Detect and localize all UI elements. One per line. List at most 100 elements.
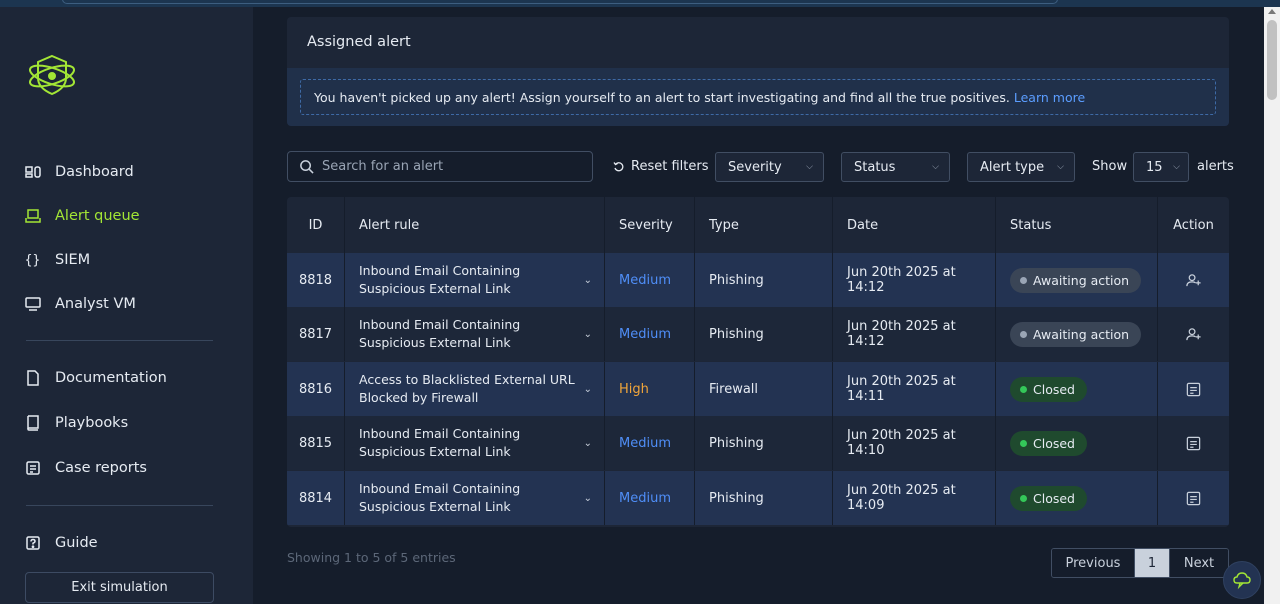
alert-type: Phishing	[695, 471, 833, 525]
sidebar-item-playbooks[interactable]: Playbooks	[24, 412, 128, 434]
status-badge: Awaiting action	[1010, 267, 1142, 293]
address-bar[interactable]	[62, 0, 1058, 4]
chevron-down-icon[interactable]: ⌄	[584, 384, 592, 395]
chevron-down-icon[interactable]: ⌄	[584, 493, 592, 504]
chat-assistant-button[interactable]	[1223, 561, 1261, 599]
previous-page-button[interactable]: Previous	[1052, 549, 1135, 577]
table-row[interactable]: 8814 Inbound Email Containing Suspicious…	[287, 471, 1229, 525]
table-header: ID Alert rule Severity Type Date Status …	[287, 197, 1229, 253]
show-label: Show	[1092, 159, 1128, 174]
severity-select[interactable]: Severity ⌵	[715, 152, 824, 182]
sidebar-item-documentation[interactable]: Documentation	[24, 367, 167, 389]
sidebar-item-label: Analyst VM	[55, 296, 136, 312]
alert-id: 8817	[287, 307, 345, 361]
assign-user-icon[interactable]	[1158, 307, 1229, 361]
sidebar-item-label: Dashboard	[55, 164, 134, 180]
page-number-button[interactable]: 1	[1135, 549, 1170, 577]
column-header-alert-rule: Alert rule	[345, 197, 605, 253]
scroll-up-arrow-icon[interactable]	[1268, 9, 1276, 14]
report-icon[interactable]	[1158, 362, 1229, 416]
alert-rule: Inbound Email Containing Suspicious Exte…	[359, 263, 521, 296]
alert-severity: Medium	[605, 471, 695, 525]
sidebar-item-analyst-vm[interactable]: Analyst VM	[24, 293, 136, 315]
report-icon[interactable]	[1158, 416, 1229, 470]
alert-severity: High	[605, 362, 695, 416]
sidebar-item-alert-queue[interactable]: Alert queue	[24, 205, 140, 227]
search-icon	[299, 159, 314, 174]
search-box[interactable]	[287, 151, 593, 182]
dashboard-icon	[24, 164, 41, 181]
alert-rule-cell[interactable]: Inbound Email Containing Suspicious Exte…	[345, 471, 605, 525]
alert-date: Jun 20th 2025 at 14:12	[833, 253, 996, 307]
alert-status-cell: Closed	[996, 471, 1158, 525]
alert-id: 8816	[287, 362, 345, 416]
alerts-label: alerts	[1197, 159, 1234, 174]
sidebar-divider	[26, 505, 213, 506]
table-row[interactable]: 8818 Inbound Email Containing Suspicious…	[287, 253, 1229, 307]
alert-rule: Inbound Email Containing Suspicious Exte…	[359, 426, 521, 459]
chevron-down-icon: ⌵	[1173, 162, 1180, 172]
book-icon	[24, 415, 41, 432]
chevron-down-icon[interactable]: ⌄	[584, 438, 592, 449]
status-badge: Closed	[1010, 430, 1087, 456]
chevron-down-icon[interactable]: ⌄	[584, 329, 592, 340]
status-badge: Closed	[1010, 485, 1087, 511]
assign-user-icon[interactable]	[1158, 253, 1229, 307]
cloud-chat-icon	[1232, 570, 1252, 590]
sidebar-item-label: Playbooks	[55, 415, 129, 431]
sidebar-item-label: Alert queue	[55, 208, 140, 224]
reset-icon	[613, 161, 625, 173]
sidebar-item-guide[interactable]: Guide	[24, 532, 98, 554]
chevron-down-icon: ⌵	[1057, 162, 1064, 172]
assigned-alert-panel: Assigned alert You haven't picked up any…	[287, 17, 1229, 126]
column-header-action: Action	[1173, 217, 1214, 233]
alert-rule-cell[interactable]: Inbound Email Containing Suspicious Exte…	[345, 253, 605, 307]
search-input[interactable]	[322, 159, 582, 174]
chevron-down-icon[interactable]: ⌄	[584, 275, 592, 286]
sidebar-item-dashboard[interactable]: Dashboard	[24, 161, 134, 183]
status-text: Awaiting action	[1033, 326, 1130, 342]
page-size-select[interactable]: 15 ⌵	[1133, 152, 1189, 182]
alert-id: 8814	[287, 471, 345, 525]
alert-status-cell: Awaiting action	[996, 307, 1158, 361]
column-header-type: Type	[695, 197, 833, 253]
sidebar-divider	[26, 340, 213, 341]
sidebar-item-case-reports[interactable]: Case reports	[24, 457, 147, 479]
alert-rule-cell[interactable]: Inbound Email Containing Suspicious Exte…	[345, 416, 605, 470]
sidebar-item-siem[interactable]: {} SIEM	[24, 249, 90, 271]
alert-type: Phishing	[695, 416, 833, 470]
table-row[interactable]: 8815 Inbound Email Containing Suspicious…	[287, 416, 1229, 470]
reset-filters-button[interactable]: Reset filters	[613, 159, 708, 174]
braces-icon: {}	[24, 252, 41, 268]
report-icon[interactable]	[1158, 471, 1229, 525]
alert-rule-cell[interactable]: Access to Blacklisted External URL Block…	[345, 362, 605, 416]
alert-rule: Inbound Email Containing Suspicious Exte…	[359, 481, 521, 514]
page-size-value: 15	[1146, 159, 1163, 175]
alert-type: Firewall	[695, 362, 833, 416]
scrollbar-thumb[interactable]	[1267, 20, 1277, 100]
table-row[interactable]: 8817 Inbound Email Containing Suspicious…	[287, 307, 1229, 361]
panel-title: Assigned alert	[307, 34, 411, 50]
atom-shield-logo-icon	[26, 52, 78, 98]
next-page-button[interactable]: Next	[1170, 549, 1228, 577]
status-text: Awaiting action	[1033, 272, 1130, 288]
status-badge: Awaiting action	[1010, 321, 1142, 347]
column-header-date: Date	[833, 197, 996, 253]
alert-type-select[interactable]: Alert type ⌵	[967, 152, 1075, 182]
sidebar-item-label: Case reports	[55, 460, 147, 476]
table-row[interactable]: 8816 Access to Blacklisted External URL …	[287, 362, 1229, 416]
alert-rule-cell[interactable]: Inbound Email Containing Suspicious Exte…	[345, 307, 605, 361]
alert-date: Jun 20th 2025 at 14:09	[833, 471, 996, 525]
report-icon	[24, 460, 41, 477]
alert-rule: Access to Blacklisted External URL Block…	[359, 372, 575, 405]
exit-simulation-button[interactable]: Exit simulation	[25, 572, 214, 603]
status-select[interactable]: Status ⌵	[841, 152, 950, 182]
alert-type: Phishing	[695, 307, 833, 361]
status-text: Closed	[1033, 490, 1075, 506]
column-header-severity: Severity	[605, 197, 695, 253]
status-text: Closed	[1033, 381, 1075, 397]
entries-info: Showing 1 to 5 of 5 entries	[287, 550, 456, 565]
column-header-status: Status	[996, 197, 1158, 253]
learn-more-link[interactable]: Learn more	[1014, 90, 1085, 105]
sidebar: Dashboard Alert queue {} SIEM Analyst VM…	[0, 7, 253, 604]
